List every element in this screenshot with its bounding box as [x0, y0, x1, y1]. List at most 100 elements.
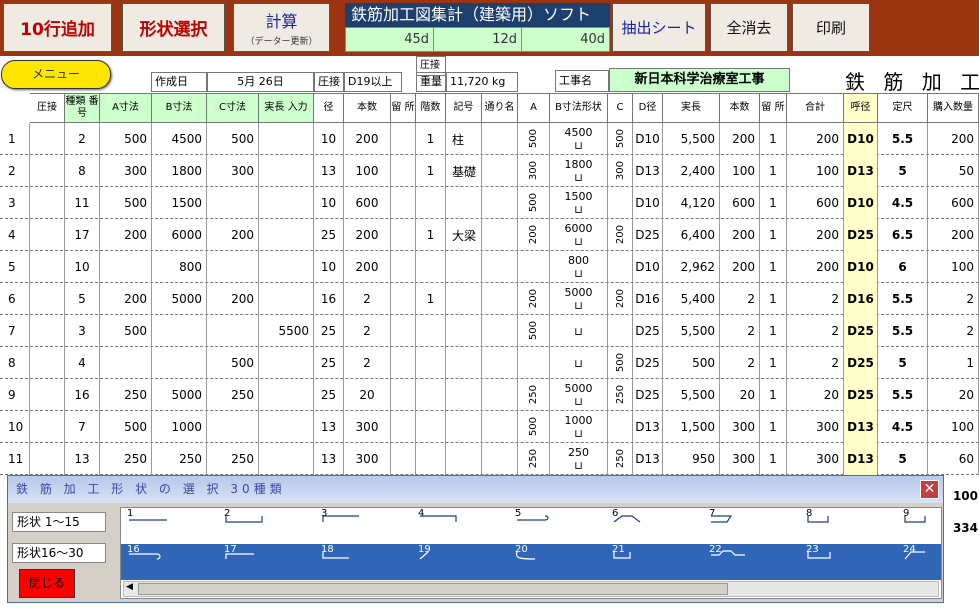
cell-buy[interactable]: 200: [928, 123, 979, 155]
cell-buy[interactable]: 1: [928, 347, 979, 379]
cell-call[interactable]: D13: [844, 155, 878, 187]
shape-dim-c[interactable]: [608, 411, 633, 443]
cell-st[interactable]: 1: [760, 283, 787, 315]
cell-b[interactable]: 1500: [152, 187, 207, 219]
shape-option[interactable]: 18: [319, 544, 416, 580]
cell-call[interactable]: D10: [844, 187, 878, 219]
cell-total[interactable]: 300: [787, 411, 844, 443]
cell-mark[interactable]: [446, 347, 482, 379]
cell-qty2[interactable]: 200: [720, 123, 760, 155]
shape-dim-a[interactable]: 500: [518, 411, 550, 443]
cell-mark[interactable]: [446, 411, 482, 443]
cell-qty2[interactable]: 2: [720, 315, 760, 347]
cell-a[interactable]: 500: [100, 123, 152, 155]
cell-b[interactable]: 1800: [152, 155, 207, 187]
cell-type[interactable]: 10: [65, 251, 100, 283]
cell-dia[interactable]: 25: [314, 347, 344, 379]
shape-dim-a[interactable]: 200: [518, 283, 550, 315]
cell-dia[interactable]: 10: [314, 251, 344, 283]
cell-qty2[interactable]: 300: [720, 411, 760, 443]
shape-option[interactable]: 5: [513, 508, 610, 544]
cell-st[interactable]: [391, 187, 416, 219]
shape-dim-c[interactable]: 300: [608, 155, 633, 187]
cell-floor[interactable]: [416, 379, 446, 411]
close-button[interactable]: 閉じる: [19, 569, 75, 598]
cell-buy[interactable]: 200: [928, 219, 979, 251]
cell-b[interactable]: 4500: [152, 123, 207, 155]
shape-dim-a[interactable]: 250: [518, 379, 550, 411]
cell-dia[interactable]: 13: [314, 443, 344, 475]
shape-option[interactable]: 1: [125, 508, 222, 544]
cell-buy[interactable]: 2: [928, 315, 979, 347]
shape-dim-b[interactable]: 1000 ⊔: [550, 411, 608, 443]
shape-dim-a[interactable]: 500: [518, 315, 550, 347]
cell-st[interactable]: [391, 283, 416, 315]
cell-st[interactable]: [391, 379, 416, 411]
cell-floor[interactable]: [416, 315, 446, 347]
shape-dim-c[interactable]: 200: [608, 219, 633, 251]
cell-c[interactable]: 200: [207, 283, 259, 315]
cell-call[interactable]: D25: [844, 315, 878, 347]
cell-road[interactable]: [482, 155, 518, 187]
scroll-left-icon[interactable]: ◀: [126, 582, 133, 592]
cell-d[interactable]: D13: [633, 155, 663, 187]
shape-dim-b[interactable]: 5000 ⊔: [550, 283, 608, 315]
project-value[interactable]: 新日本科学治療室工事: [609, 68, 790, 92]
print-button[interactable]: 印刷: [792, 3, 870, 52]
cell-b[interactable]: [152, 347, 207, 379]
shape-group-1-label[interactable]: 形状 1〜15: [12, 512, 106, 532]
cell-p[interactable]: [30, 251, 65, 283]
cell-p[interactable]: [30, 315, 65, 347]
cell-b[interactable]: [152, 315, 207, 347]
cell-dia[interactable]: 16: [314, 283, 344, 315]
cell-std[interactable]: 5.5: [878, 283, 928, 315]
cell-floor[interactable]: [416, 347, 446, 379]
shape-dim-a[interactable]: 500: [518, 187, 550, 219]
cell-p[interactable]: [30, 347, 65, 379]
cell-p[interactable]: [30, 443, 65, 475]
cell-type[interactable]: 13: [65, 443, 100, 475]
cell-st[interactable]: 1: [760, 155, 787, 187]
shape-option[interactable]: 19: [416, 544, 513, 580]
shape-dim-c[interactable]: [608, 251, 633, 283]
cell-type[interactable]: 16: [65, 379, 100, 411]
cell-a[interactable]: 500: [100, 187, 152, 219]
cell-road[interactable]: [482, 315, 518, 347]
shape-option[interactable]: 2: [222, 508, 319, 544]
clear-all-button[interactable]: 全消去: [710, 3, 788, 52]
cell-st[interactable]: 1: [760, 379, 787, 411]
cell-road[interactable]: [482, 347, 518, 379]
cell-floor[interactable]: [416, 411, 446, 443]
cell-st[interactable]: [391, 315, 416, 347]
shape-dim-c[interactable]: [608, 315, 633, 347]
shape-dim-c[interactable]: 200: [608, 283, 633, 315]
cell-a[interactable]: 300: [100, 155, 152, 187]
cell-real[interactable]: 4,120: [663, 187, 720, 219]
cell-d[interactable]: D16: [633, 283, 663, 315]
cell-type[interactable]: 11: [65, 187, 100, 219]
cell-dia[interactable]: 13: [314, 155, 344, 187]
cell-dia[interactable]: 25: [314, 219, 344, 251]
cell-a[interactable]: 250: [100, 379, 152, 411]
cell-real[interactable]: 5,400: [663, 283, 720, 315]
cell-qty2[interactable]: 200: [720, 219, 760, 251]
add-rows-button[interactable]: 10行追加: [3, 3, 112, 52]
cell-real[interactable]: 2,400: [663, 155, 720, 187]
cell-qty[interactable]: 2: [344, 315, 391, 347]
cell-call[interactable]: D25: [844, 379, 878, 411]
cell-mark[interactable]: [446, 315, 482, 347]
shape-dim-a[interactable]: 300: [518, 155, 550, 187]
calc-button[interactable]: 計算 （データー更新）: [233, 3, 330, 52]
shape-dim-a[interactable]: [518, 251, 550, 283]
shape-option[interactable]: 24: [901, 544, 979, 580]
cell-p[interactable]: [30, 155, 65, 187]
cell-qty[interactable]: 200: [344, 219, 391, 251]
close-icon[interactable]: ✕: [920, 480, 939, 499]
shape-dim-b[interactable]: 250 ⊔: [550, 443, 608, 475]
cell-d[interactable]: D10: [633, 123, 663, 155]
cell-b[interactable]: 5000: [152, 283, 207, 315]
shape-option[interactable]: 20: [513, 544, 610, 580]
cell-qty[interactable]: 100: [344, 155, 391, 187]
shape-dim-b[interactable]: 800 ⊔: [550, 251, 608, 283]
cell-call[interactable]: D25: [844, 219, 878, 251]
